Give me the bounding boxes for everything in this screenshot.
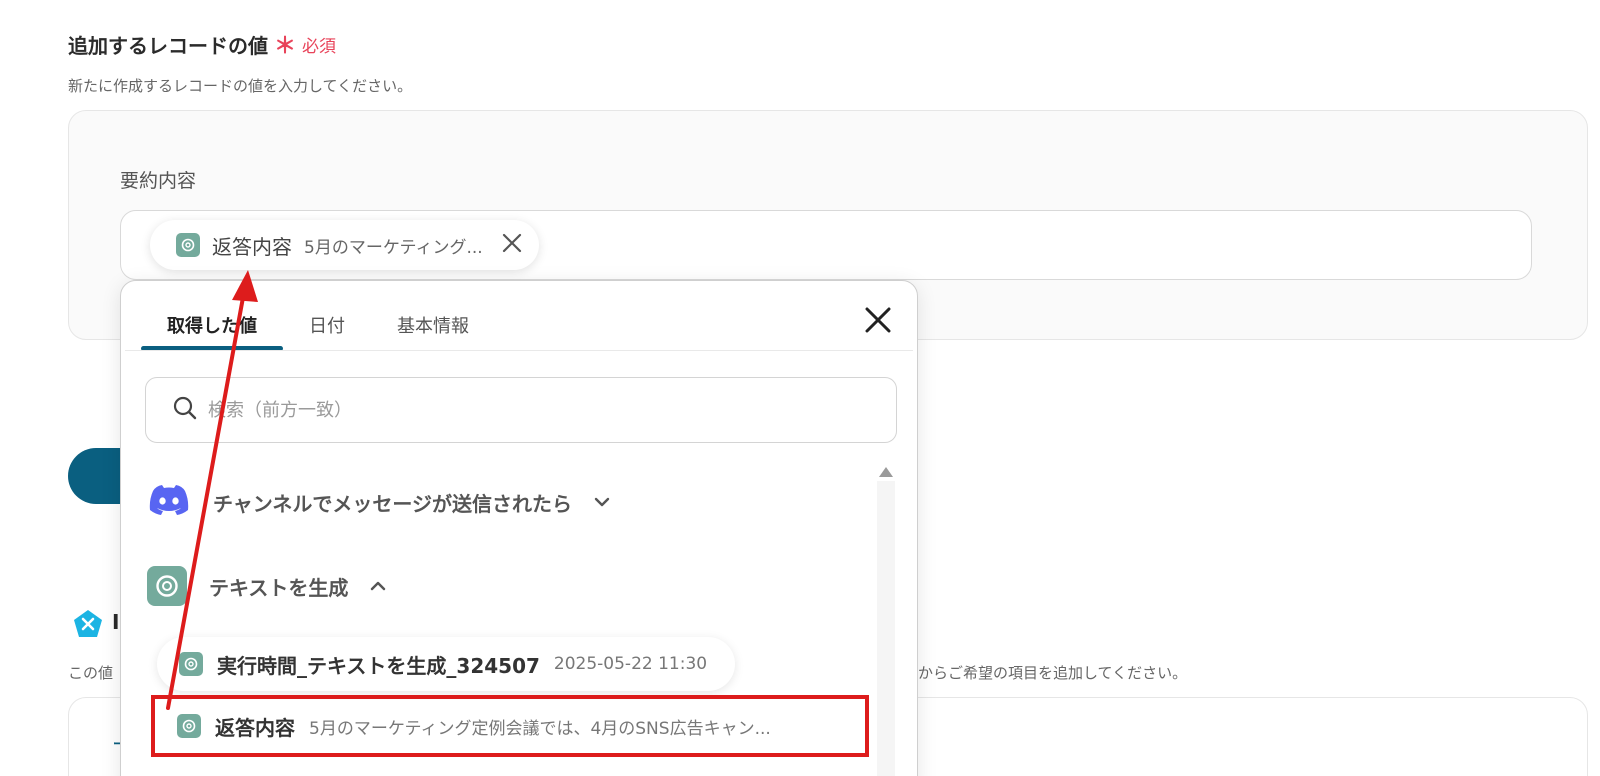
kintone-icon (72, 608, 104, 640)
close-icon[interactable] (861, 303, 895, 337)
chatgpt-icon (177, 714, 201, 738)
section-title-text: 追加するレコードの値 (68, 34, 268, 58)
group-label-discord: チャンネルでメッセージが送信されたら (213, 491, 572, 516)
section-description: 新たに作成するレコードの値を入力してください。 (68, 77, 413, 95)
search-icon (172, 395, 198, 425)
chip-value: 5月のマーケティング... (304, 237, 483, 258)
discord-icon (147, 483, 191, 521)
value-picker-dropdown: 取得した値 日付 基本情報 チャンネルでメッセージが送信されたら テキストを生成 (120, 280, 918, 776)
behind-section-title: I (112, 610, 120, 634)
chatgpt-icon (147, 566, 187, 606)
tab-date[interactable]: 日付 (283, 301, 371, 349)
tab-divider (125, 350, 913, 351)
search-box (145, 377, 897, 443)
chatgpt-icon (179, 652, 203, 676)
chatgpt-icon (176, 233, 200, 257)
value-chip[interactable]: 返答内容 5月のマーケティング... (150, 220, 539, 270)
chevron-down-icon (594, 494, 610, 510)
chip-name: 返答内容 (212, 234, 292, 259)
section-title: 追加するレコードの値 ＊ 必須 (68, 30, 336, 59)
search-input[interactable] (208, 399, 868, 421)
behind-description-right: からご希望の項目を追加してください。 (918, 664, 1188, 682)
group-chatgpt[interactable]: テキストを生成 (147, 563, 386, 609)
chevron-up-icon (370, 578, 386, 594)
behind-description-left: この値 (68, 664, 114, 682)
scroll-up-arrow-icon[interactable] (879, 467, 893, 477)
list-item-highlighted[interactable]: 返答内容 5月のマーケティング定例会議では、4月のSNS広告キャン... (151, 695, 869, 757)
scrollbar-track[interactable] (877, 481, 895, 776)
field-label: 要約内容 (120, 170, 197, 192)
item-name: 返答内容 (215, 715, 295, 740)
item-value: 5月のマーケティング定例会議では、4月のSNS広告キャン... (309, 718, 771, 739)
item-name: 実行時間_テキストを生成_324507 (217, 653, 540, 678)
tab-retrieved-values[interactable]: 取得した値 (141, 301, 283, 351)
list-item[interactable]: 実行時間_テキストを生成_324507 2025-05-22 11:30 (157, 637, 736, 691)
chip-remove-icon[interactable] (501, 232, 523, 258)
group-label-chatgpt: テキストを生成 (209, 575, 349, 600)
tab-bar: 取得した値 日付 基本情報 (141, 301, 495, 351)
required-label: 必須 (302, 37, 337, 57)
group-discord[interactable]: チャンネルでメッセージが送信されたら (147, 479, 610, 525)
item-value: 2025-05-22 11:30 (553, 654, 708, 674)
tab-basic-info[interactable]: 基本情報 (371, 301, 495, 349)
required-star-icon: ＊ (274, 33, 297, 59)
